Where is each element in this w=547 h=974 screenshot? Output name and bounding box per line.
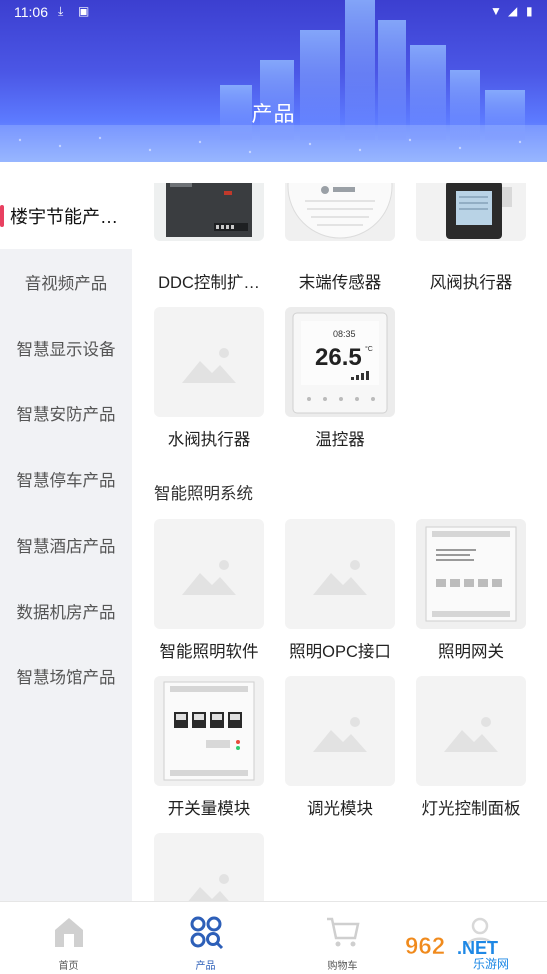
product-switch-module-image[interactable] bbox=[154, 676, 264, 786]
download-icon: ⤓ bbox=[58, 4, 64, 18]
damper-actuator-image bbox=[446, 183, 512, 239]
sensor-image bbox=[287, 183, 393, 239]
nav-home[interactable]: 首页 bbox=[0, 902, 137, 974]
nav-products[interactable]: 产品 bbox=[137, 902, 274, 974]
product-label[interactable]: 风阀执行器 bbox=[411, 269, 531, 293]
bottom-nav: 首页 产品 购物车 962 .NET 乐游网 bbox=[0, 901, 547, 974]
product-sensor-image[interactable] bbox=[285, 183, 395, 241]
product-gateway-image[interactable] bbox=[416, 519, 526, 629]
image-placeholder-icon bbox=[313, 717, 367, 752]
notification-icon: ▣ bbox=[78, 4, 90, 18]
svg-text:962: 962 bbox=[405, 933, 445, 960]
svg-text:乐游网: 乐游网 bbox=[473, 957, 509, 970]
sidebar-item-label: 智慧场馆产品 bbox=[16, 669, 116, 687]
nav-label: 产品 bbox=[195, 961, 216, 972]
switch-module-image bbox=[163, 681, 255, 781]
status-bar: 11:06 ⤓ ▣ ▼ ◢ ▮ bbox=[0, 0, 547, 24]
signal-icon: ◢ bbox=[508, 4, 518, 18]
active-indicator bbox=[0, 205, 4, 227]
product-panel-image[interactable] bbox=[416, 676, 526, 786]
image-placeholder-icon bbox=[188, 874, 229, 901]
nav-label: 购物车 bbox=[327, 961, 358, 972]
home-icon bbox=[54, 918, 83, 947]
product-label[interactable]: 调光模块 bbox=[280, 795, 400, 819]
image-placeholder-icon bbox=[313, 560, 367, 595]
sidebar-item-label: 智慧显示设备 bbox=[16, 341, 116, 359]
image-placeholder-icon bbox=[182, 348, 236, 383]
status-time: 11:06 bbox=[14, 4, 48, 20]
cart-icon bbox=[326, 917, 360, 947]
product-thermostat-image[interactable]: 08:35 26.5 °C bbox=[285, 307, 395, 417]
wifi-icon: ▼ bbox=[490, 4, 502, 18]
sidebar-item-smart-parking[interactable]: 智慧停车产品 bbox=[0, 446, 132, 512]
gateway-image bbox=[425, 526, 517, 622]
product-more-image[interactable] bbox=[154, 833, 264, 901]
category-sidebar: 楼宇节能产… 音视频产品 智慧显示设备 智慧安防产品 智慧停车产品 智慧酒店产品… bbox=[0, 183, 132, 901]
sidebar-item-audio-video[interactable]: 音视频产品 bbox=[0, 249, 132, 315]
product-lighting-software-image[interactable] bbox=[154, 519, 264, 629]
sidebar-item-smart-hotel[interactable]: 智慧酒店产品 bbox=[0, 512, 132, 578]
svg-text:.NET: .NET bbox=[457, 938, 498, 958]
nav-cart[interactable]: 购物车 bbox=[274, 902, 411, 974]
battery-icon: ▮ bbox=[526, 4, 533, 18]
sidebar-item-smart-security[interactable]: 智慧安防产品 bbox=[0, 380, 132, 446]
product-water-valve-image[interactable] bbox=[154, 307, 264, 417]
sidebar-item-label: 楼宇节能产… bbox=[10, 207, 118, 227]
product-list: DDC控制扩… 末端传感器 风阀执行器 水阀执行器 08:35 26.5 °C … bbox=[132, 183, 547, 901]
product-label[interactable]: 智能照明软件 bbox=[149, 638, 269, 662]
sidebar-item-label: 智慧停车产品 bbox=[16, 472, 116, 490]
ddc-module-image bbox=[166, 183, 252, 237]
sidebar-item-label: 音视频产品 bbox=[24, 275, 108, 293]
product-opc-image[interactable] bbox=[285, 519, 395, 629]
sidebar-item-building-energy[interactable]: 楼宇节能产… bbox=[0, 183, 132, 249]
sidebar-item-smart-display[interactable]: 智慧显示设备 bbox=[0, 315, 132, 381]
city-skyline-image bbox=[0, 0, 547, 162]
product-label[interactable]: 开关量模块 bbox=[149, 795, 269, 819]
product-label[interactable]: 末端传感器 bbox=[280, 269, 400, 293]
product-label[interactable]: 温控器 bbox=[280, 426, 400, 450]
thermostat-temp: 26.5 bbox=[315, 344, 362, 371]
header-banner: 11:06 ⤓ ▣ ▼ ◢ ▮ 产品 bbox=[0, 0, 547, 162]
sidebar-item-label: 智慧安防产品 bbox=[16, 406, 116, 424]
sidebar-item-smart-venue[interactable]: 智慧场馆产品 bbox=[0, 643, 132, 709]
product-ddc-image[interactable] bbox=[154, 183, 264, 241]
product-label[interactable]: 灯光控制面板 bbox=[411, 795, 531, 819]
thermostat-time: 08:35 bbox=[333, 329, 356, 339]
product-label[interactable]: 水阀执行器 bbox=[149, 426, 269, 450]
site-watermark-logo: 962 .NET 乐游网 bbox=[405, 933, 509, 970]
sidebar-item-label: 数据机房产品 bbox=[16, 604, 116, 622]
product-label[interactable]: 照明网关 bbox=[411, 638, 531, 662]
sidebar-item-label: 智慧酒店产品 bbox=[16, 538, 116, 556]
products-grid-icon bbox=[190, 916, 223, 950]
product-label[interactable]: 照明OPC接口 bbox=[280, 638, 400, 662]
page-title: 产品 bbox=[251, 103, 296, 126]
product-label[interactable]: DDC控制扩… bbox=[149, 269, 269, 293]
product-damper-image[interactable] bbox=[416, 183, 526, 241]
section-title: 智能照明系统 bbox=[154, 485, 253, 503]
thermostat-unit: °C bbox=[365, 345, 373, 353]
product-dimmer-image[interactable] bbox=[285, 676, 395, 786]
sidebar-item-data-center[interactable]: 数据机房产品 bbox=[0, 578, 132, 644]
image-placeholder-icon bbox=[444, 717, 498, 752]
thermostat-image: 08:35 26.5 °C bbox=[292, 312, 388, 414]
nav-label: 首页 bbox=[58, 961, 79, 972]
image-placeholder-icon bbox=[182, 560, 236, 595]
